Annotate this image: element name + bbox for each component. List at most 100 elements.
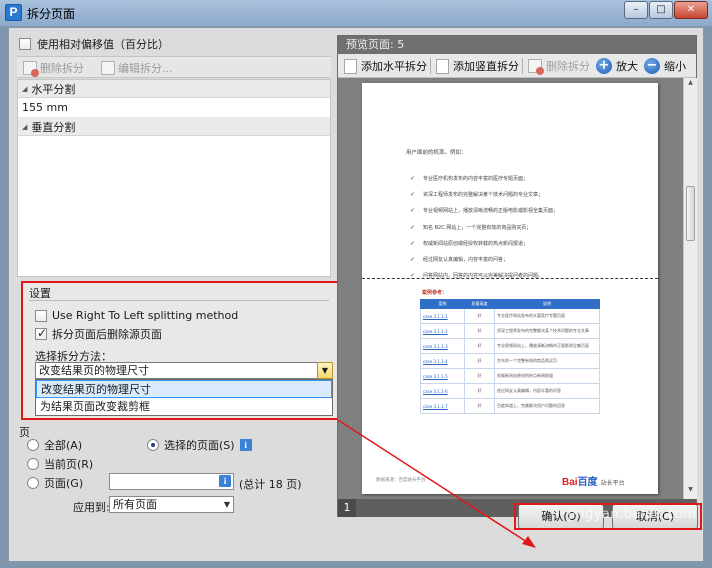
rtl-checkbox[interactable] (35, 309, 47, 322)
baidu-logo: Bai百度 站长平台 (562, 473, 625, 488)
table-cell: 经过网友认真编辑，内容丰富的问答 (494, 383, 600, 399)
preview-title: 预览页面: 5 (338, 36, 696, 54)
doc-intro: 用户面前的机率。例如： (406, 150, 467, 156)
preview-delete-split-button[interactable]: 删除拆分 (528, 57, 590, 75)
app-icon: P (5, 4, 22, 21)
horizontal-split-value[interactable]: 155 mm (18, 98, 330, 118)
pages-input[interactable]: i (109, 473, 234, 490)
zoom-in-button[interactable]: + 放大 (596, 57, 638, 75)
settings-group: 设置 Use Right To Left splitting method 拆分… (21, 281, 339, 420)
scroll-up-icon[interactable]: ▲ (684, 79, 697, 91)
scroll-thumb[interactable] (686, 186, 695, 241)
table-cell: 权威新闻站原创的热点新闻报道 (494, 368, 600, 384)
delete-split-icon (528, 59, 544, 75)
remove-source-option[interactable]: 拆分页面后删除源页面 (35, 326, 162, 342)
doc-bullet: ✓ 权威新闻站原创或经授权转载的热点新闻报道； (410, 240, 528, 247)
pages-option[interactable]: 页面(G) (27, 475, 83, 491)
preview-page: 用户面前的机率。例如： ✓ 专业医疗机构发布的内容丰富的医疗专题页面； ✓ 资深工程… (362, 83, 658, 494)
table-cell: 好 (464, 323, 495, 339)
table-cell: 百度知道上，完美解决用户问题的回答 (494, 398, 600, 414)
close-button[interactable]: ✕ (674, 1, 708, 19)
table-cell: 京东的一个完整有效的商品购买页 (494, 353, 600, 369)
table-row: case 3.1.1-5 好权威新闻站原创的热点新闻报道 (420, 368, 600, 384)
maximize-button[interactable]: □ (649, 1, 673, 19)
all-pages-option[interactable]: 全部(A) (27, 437, 82, 453)
current-page-label: 当前页(R) (44, 458, 94, 471)
cancel-button[interactable]: 取消(C) (612, 504, 698, 529)
chevron-down-icon[interactable]: ▼ (317, 362, 333, 379)
preview-panel: 预览页面: 5 添加水平拆分 添加竖直拆分 删除拆分 + 放大 − 缩小 用户面… (337, 35, 697, 517)
table-cell: case 3.1.1-2 (420, 323, 465, 339)
table-cell: case 3.1.1-4 (420, 353, 465, 369)
horizontal-split-label: 水平分割 (31, 82, 76, 96)
split-method-option[interactable]: 改变结果页的物理尺寸 (36, 380, 332, 398)
preview-scrollbar[interactable]: ▲ ▼ (683, 78, 697, 499)
scroll-down-icon[interactable]: ▼ (684, 486, 697, 498)
info-icon[interactable]: i (219, 475, 231, 487)
apply-to-label: 应用到: (73, 501, 110, 514)
relative-offset-checkbox[interactable] (19, 38, 31, 50)
total-pages-text: (总计 18 页) (239, 476, 302, 492)
check-icon: ✓ (410, 175, 416, 182)
split-method-value: 改变结果页的物理尺寸 (39, 364, 149, 377)
doc-case-heading: 案例参考： (422, 290, 448, 296)
preview-toolbar: 添加水平拆分 添加竖直拆分 删除拆分 + 放大 − 缩小 (338, 54, 696, 78)
doc-bullet-text: 专业视频网站上，播放清晰流畅的正版电影或影视全集页面； (423, 208, 559, 214)
logo-suffix: 站长平台 (600, 481, 625, 487)
doc-bullet-text: 专业医疗机构发布的内容丰富的医疗专题页面； (423, 176, 529, 182)
all-pages-radio[interactable] (27, 439, 39, 451)
doc-footer: 数据来源：百度站长平台 (376, 478, 426, 483)
apply-to-value: 所有页面 (113, 498, 157, 511)
selected-pages-label: 选择的页面(S) (164, 439, 235, 452)
ok-button[interactable]: 确认(O) (518, 504, 604, 529)
vertical-split-label: 垂直分割 (31, 120, 76, 134)
selected-pages-option[interactable]: 选择的页面(S) i (147, 437, 252, 453)
doc-bullet: ✓ 专业医疗机构发布的内容丰富的医疗专题页面； (410, 175, 528, 182)
remove-source-checkbox[interactable] (35, 326, 47, 340)
table-cell: 好 (464, 368, 495, 384)
horizontal-split-section[interactable]: ◢ 水平分割 (18, 80, 330, 98)
info-icon[interactable]: i (239, 439, 252, 451)
doc-bullet: ✓ 知名 B2C 网站上，一个完整有效的商品购买页； (410, 224, 531, 231)
table-header: 说明 (494, 299, 600, 309)
minimize-button[interactable]: – (624, 1, 648, 19)
add-vertical-split-button[interactable]: 添加竖直拆分 (436, 57, 519, 75)
split-list-toolbar: 删除拆分 编辑拆分... (17, 56, 331, 78)
table-cell: 资深工程师发布的完整解决某个技术问题的专业文章 (494, 323, 600, 339)
current-page-radio[interactable] (27, 458, 39, 470)
toolbar-separator (522, 58, 523, 74)
table-cell: 好 (464, 338, 495, 354)
table-cell: case 3.1.1-5 (420, 368, 465, 384)
table-row: case 3.1.1-3 好专业视频网站上，播放清晰流畅的正版影视全集页面 (420, 338, 600, 354)
delete-split-label: 删除拆分 (40, 62, 84, 75)
all-pages-label: 全部(A) (44, 439, 83, 452)
zoom-out-button[interactable]: − 缩小 (644, 57, 686, 75)
relative-offset-option[interactable]: 使用相对偏移值（百分比） (19, 36, 169, 52)
page-number[interactable]: 1 (338, 499, 356, 517)
split-method-select[interactable]: 改变结果页的物理尺寸 ▼ (35, 362, 333, 379)
selected-pages-radio[interactable] (147, 439, 159, 451)
vertical-split-section[interactable]: ◢ 垂直分割 (18, 118, 330, 136)
split-method-option[interactable]: 为结果页面改变裁剪框 (36, 398, 332, 416)
split-line[interactable] (362, 278, 658, 279)
settings-header: 设置 (29, 287, 51, 300)
table-cell: 好 (464, 353, 495, 369)
preview-canvas[interactable]: 用户面前的机率。例如： ✓ 专业医疗机构发布的内容丰富的医疗专题页面； ✓ 资深工程… (338, 78, 683, 499)
delete-split-button[interactable]: 删除拆分 (23, 59, 84, 77)
pages-radio[interactable] (27, 477, 39, 489)
current-page-option[interactable]: 当前页(R) (27, 456, 93, 472)
remove-source-label: 拆分页面后删除源页面 (52, 328, 162, 341)
vertical-split-icon (436, 58, 449, 74)
doc-bullet-text: 权威新闻站原创或经授权转载的热点新闻报道； (423, 241, 529, 247)
zoom-out-label: 缩小 (664, 60, 686, 73)
edit-split-button[interactable]: 编辑拆分... (101, 59, 173, 77)
table-row: case 3.1.1-2 好资深工程师发布的完整解决某个技术问题的专业文章 (420, 323, 600, 339)
apply-to-select[interactable]: 所有页面 ▼ (109, 496, 234, 513)
dialog-body: 使用相对偏移值（百分比） 删除拆分 编辑拆分... ◢ 水平分割 155 mm … (8, 27, 704, 562)
add-horizontal-split-label: 添加水平拆分 (361, 60, 427, 73)
split-method-dropdown: 改变结果页的物理尺寸 为结果页面改变裁剪框 (35, 379, 333, 416)
logo-du: 百度 (577, 477, 598, 488)
add-horizontal-split-button[interactable]: 添加水平拆分 (344, 57, 427, 75)
rtl-option[interactable]: Use Right To Left splitting method (35, 309, 238, 322)
check-icon: ✓ (410, 256, 416, 263)
